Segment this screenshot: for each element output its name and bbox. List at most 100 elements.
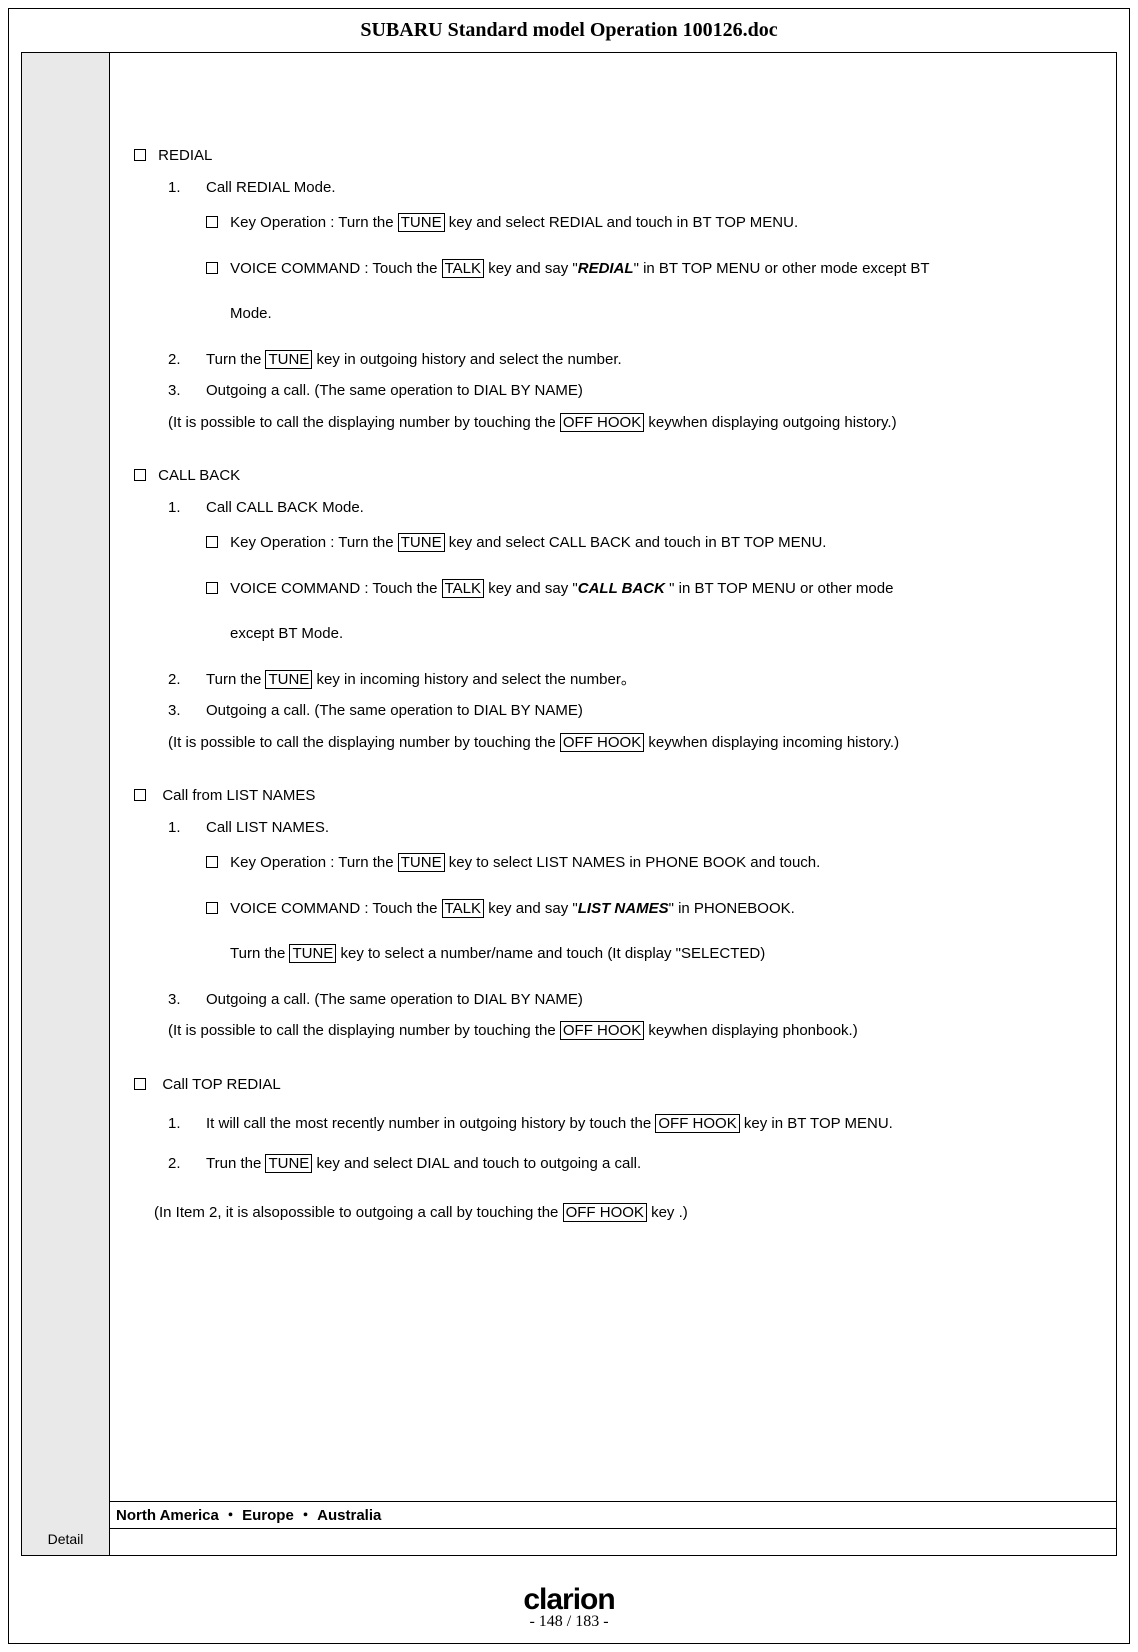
item-text: Call REDIAL Mode. (206, 179, 336, 196)
talk-key: TALK (442, 579, 484, 598)
sub-item: VOICE COMMAND : Touch the TALK key and s… (134, 256, 1092, 282)
section-title: REDIAL (158, 147, 212, 164)
sub-item: Key Operation : Turn the TUNE key and se… (134, 210, 1092, 236)
sub-item: Turn the TUNE key to select a number/nam… (134, 941, 1092, 967)
continuation: Mode. (134, 301, 1092, 327)
list-item: 3.Outgoing a call. (The same operation t… (134, 987, 1092, 1013)
offhook-key: OFF HOOK (560, 733, 644, 752)
text: key and say " (484, 580, 578, 597)
list-item: 1.Call REDIAL Mode. (134, 175, 1092, 201)
list-item: 3.Outgoing a call. (The same operation t… (134, 698, 1092, 724)
note: (It is possible to call the displaying n… (134, 410, 1092, 436)
text: key in BT TOP MENU. (740, 1115, 893, 1132)
document-title: SUBARU Standard model Operation 100126.d… (9, 9, 1129, 52)
checkbox-icon (206, 536, 218, 548)
section-title: CALL BACK (158, 467, 240, 484)
text: key and select DIAL and touch to outgoin… (312, 1155, 641, 1172)
text: keywhen displaying outgoing history.) (644, 414, 896, 431)
section-header: CALL BACK (134, 463, 1092, 489)
regions-row: North America ・ Europe ・ Australia (110, 1501, 1116, 1528)
section-header: Call TOP REDIAL (134, 1072, 1092, 1098)
text: VOICE COMMAND : Touch the (230, 580, 441, 597)
item-text: Outgoing a call. (The same operation to … (206, 382, 583, 399)
text: key to select a number/name and touch (I… (336, 945, 765, 962)
checkbox-icon (134, 469, 146, 481)
sub-item: VOICE COMMAND : Touch the TALK key and s… (134, 576, 1092, 602)
text: key in incoming history and select the n… (312, 671, 636, 688)
item-number: 1. (168, 175, 206, 201)
tune-key: TUNE (398, 213, 445, 232)
section-title: Call from LIST NAMES (162, 787, 315, 804)
checkbox-icon (206, 216, 218, 228)
text: (It is possible to call the displaying n… (168, 1022, 560, 1039)
checkbox-icon (206, 856, 218, 868)
text: It will call the most recently number in… (206, 1115, 655, 1132)
content-area: REDIAL 1.Call REDIAL Mode. Key Operation… (110, 53, 1116, 1501)
page-number: - 148 / 183 - (9, 1613, 1129, 1631)
text: Key Operation : Turn the (230, 854, 398, 871)
tune-key: TUNE (265, 670, 312, 689)
offhook-key: OFF HOOK (655, 1114, 739, 1133)
text: Turn the (206, 351, 265, 368)
item-number: 1. (168, 815, 206, 841)
section-title: Call TOP REDIAL (162, 1076, 280, 1093)
text: VOICE COMMAND : Touch the (230, 900, 441, 917)
note: (It is possible to call the displaying n… (134, 1018, 1092, 1044)
item-number: 2. (168, 667, 206, 693)
left-column (22, 53, 110, 1555)
note: (It is possible to call the displaying n… (134, 730, 1092, 756)
item-number: 3. (168, 378, 206, 404)
text: (It is possible to call the displaying n… (168, 734, 560, 751)
text: VOICE COMMAND : Touch the (230, 260, 441, 277)
tune-key: TUNE (289, 944, 336, 963)
text: key .) (647, 1204, 688, 1221)
checkbox-icon (206, 582, 218, 594)
checkbox-icon (134, 789, 146, 801)
voice-command: LIST NAMES (578, 900, 669, 917)
item-text: Call LIST NAMES. (206, 819, 329, 836)
list-item: 2.Turn the TUNE key in incoming history … (134, 667, 1092, 693)
sub-item: Key Operation : Turn the TUNE key and se… (134, 530, 1092, 556)
section-topredial: Call TOP REDIAL 1.It will call the most … (134, 1072, 1092, 1226)
text: keywhen displaying incoming history.) (644, 734, 899, 751)
offhook-key: OFF HOOK (560, 413, 644, 432)
talk-key: TALK (442, 899, 484, 918)
text: Key Operation : Turn the (230, 214, 398, 231)
text: Key Operation : Turn the (230, 534, 398, 551)
text: key and select REDIAL and touch in BT TO… (445, 214, 799, 231)
continuation: except BT Mode. (134, 621, 1092, 647)
item-number: 3. (168, 698, 206, 724)
text: (It is possible to call the displaying n… (168, 414, 560, 431)
section-header: REDIAL (134, 143, 1092, 169)
list-item: 2.Turn the TUNE key in outgoing history … (134, 347, 1092, 373)
list-item: 2.Trun the TUNE key and select DIAL and … (134, 1151, 1092, 1177)
checkbox-icon (134, 149, 146, 161)
text: key in outgoing history and select the n… (312, 351, 621, 368)
section-redial: REDIAL 1.Call REDIAL Mode. Key Operation… (134, 143, 1092, 435)
checkbox-icon (134, 1078, 146, 1090)
text: key to select LIST NAMES in PHONE BOOK a… (445, 854, 821, 871)
checkbox-icon (206, 902, 218, 914)
text: Turn the (230, 945, 289, 962)
list-item: 3.Outgoing a call. (The same operation t… (134, 378, 1092, 404)
text: " in BT TOP MENU or other mode except BT (634, 260, 930, 277)
detail-row: Detail (22, 1528, 1116, 1555)
voice-command: REDIAL (578, 260, 634, 277)
list-item: 1.It will call the most recently number … (134, 1111, 1092, 1137)
text: (In Item 2, it is alsopossible to outgoi… (154, 1204, 563, 1221)
text: " in BT TOP MENU or other mode (665, 580, 893, 597)
checkbox-icon (206, 262, 218, 274)
text: Trun the (206, 1155, 265, 1172)
item-number: 3. (168, 987, 206, 1013)
item-text: Outgoing a call. (The same operation to … (206, 991, 583, 1008)
list-item: 1.Call CALL BACK Mode. (134, 495, 1092, 521)
talk-key: TALK (442, 259, 484, 278)
detail-label: Detail (22, 1528, 110, 1555)
item-text: Outgoing a call. (The same operation to … (206, 702, 583, 719)
section-header: Call from LIST NAMES (134, 783, 1092, 809)
section-listnames: Call from LIST NAMES 1.Call LIST NAMES. … (134, 783, 1092, 1044)
main-table: REDIAL 1.Call REDIAL Mode. Key Operation… (21, 52, 1117, 1556)
item-number: 2. (168, 347, 206, 373)
voice-command: CALL BACK (578, 580, 665, 597)
text: key and say " (484, 260, 578, 277)
